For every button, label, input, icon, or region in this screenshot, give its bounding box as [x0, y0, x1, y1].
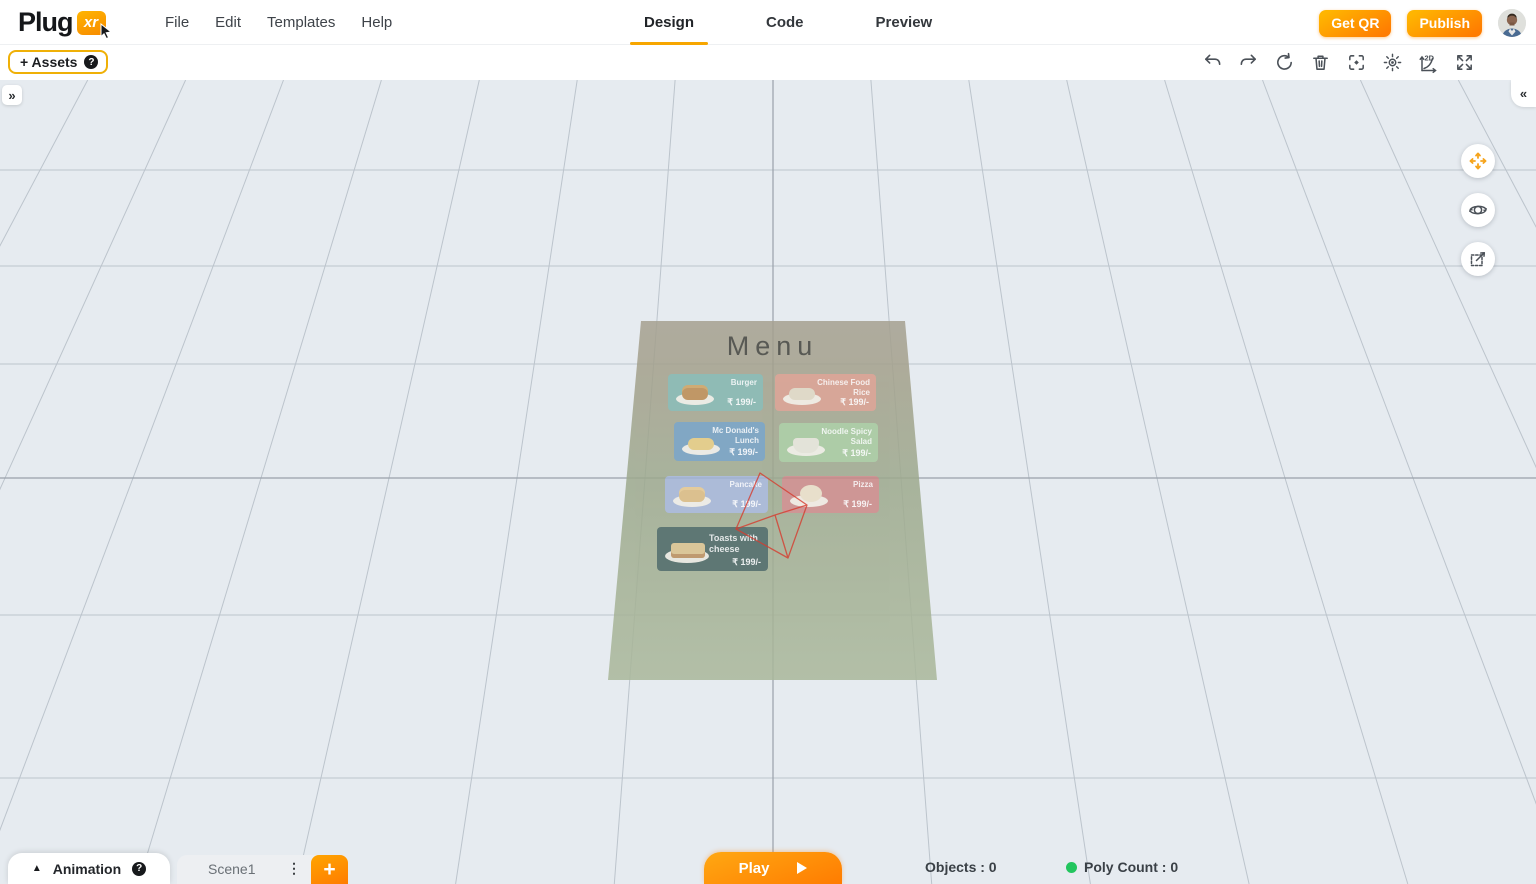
brightness-icon[interactable] [1380, 51, 1404, 75]
publish-button[interactable]: Publish [1407, 10, 1482, 37]
undo-icon[interactable] [1200, 51, 1224, 75]
2d-view-icon[interactable]: 2D [1416, 51, 1440, 75]
animation-panel-toggle[interactable]: ▲ Animation ? [8, 853, 170, 884]
menu-help[interactable]: Help [361, 14, 392, 31]
user-avatar[interactable] [1498, 9, 1526, 37]
play-label: Play [739, 860, 770, 877]
fullscreen-icon[interactable] [1452, 51, 1476, 75]
animation-help-icon[interactable]: ? [132, 862, 146, 876]
add-assets-label: + Assets [20, 54, 77, 70]
move-icon [1467, 150, 1489, 172]
scale-icon [1467, 248, 1489, 270]
logo-xr-badge: xr [77, 11, 106, 35]
add-scene-button[interactable]: + [311, 855, 348, 884]
redo-icon[interactable] [1236, 51, 1260, 75]
animation-label: Animation [53, 861, 121, 877]
focus-icon[interactable] [1344, 51, 1368, 75]
scene-tab[interactable]: Scene1 ⋮ + [177, 855, 348, 884]
scene-toolbar: + Assets ? 2D [0, 45, 1536, 80]
rotate-icon [1467, 199, 1489, 221]
play-button[interactable]: Play [704, 852, 842, 884]
add-assets-button[interactable]: + Assets ? [8, 50, 108, 74]
menu-edit[interactable]: Edit [215, 14, 241, 31]
top-bar: Plug xr File Edit Templates Help Design … [0, 0, 1536, 45]
get-qr-button[interactable]: Get QR [1319, 10, 1391, 37]
delete-icon[interactable] [1308, 51, 1332, 75]
objects-count-status: Objects : 0 [925, 859, 997, 875]
header-actions: Get QR Publish [1319, 9, 1526, 37]
scene-name[interactable]: Scene1 [208, 861, 255, 877]
scale-tool-button[interactable] [1461, 242, 1495, 276]
move-tool-button[interactable] [1461, 144, 1495, 178]
menu-templates[interactable]: Templates [267, 14, 335, 31]
logo-badge-text: xr [84, 14, 98, 31]
menu-file[interactable]: File [165, 14, 189, 31]
svg-text:2D: 2D [1425, 53, 1435, 62]
mode-tabs: Design Code Preview [630, 0, 946, 45]
3d-viewport[interactable]: » « Menu Burger ₹ 199/- Chinese Food Ric… [0, 80, 1536, 884]
tab-design[interactable]: Design [630, 0, 708, 45]
poly-count-status: Poly Count : 0 [1066, 859, 1178, 875]
plugxr-logo[interactable]: Plug xr [18, 7, 106, 38]
cursor-arrow-icon [99, 23, 113, 43]
canvas-action-icons: 2D [1200, 51, 1476, 75]
rotate-tool-button[interactable] [1461, 193, 1495, 227]
assets-help-icon[interactable]: ? [84, 55, 98, 69]
status-green-dot-icon [1066, 862, 1077, 873]
tab-preview[interactable]: Preview [862, 0, 947, 45]
play-icon [797, 862, 807, 874]
tab-code[interactable]: Code [752, 0, 818, 45]
selection-wireframe-object[interactable] [0, 80, 1536, 884]
reset-icon[interactable] [1272, 51, 1296, 75]
scene-options-icon[interactable]: ⋮ [287, 860, 301, 877]
transform-tools [1461, 144, 1495, 276]
logo-text: Plug [18, 7, 73, 38]
caret-up-icon: ▲ [32, 863, 42, 874]
poly-count-label: Poly Count : 0 [1084, 859, 1178, 875]
app-menubar: File Edit Templates Help [165, 0, 392, 45]
plugxr-app-window: Plug xr File Edit Templates Help Design … [0, 0, 1536, 884]
